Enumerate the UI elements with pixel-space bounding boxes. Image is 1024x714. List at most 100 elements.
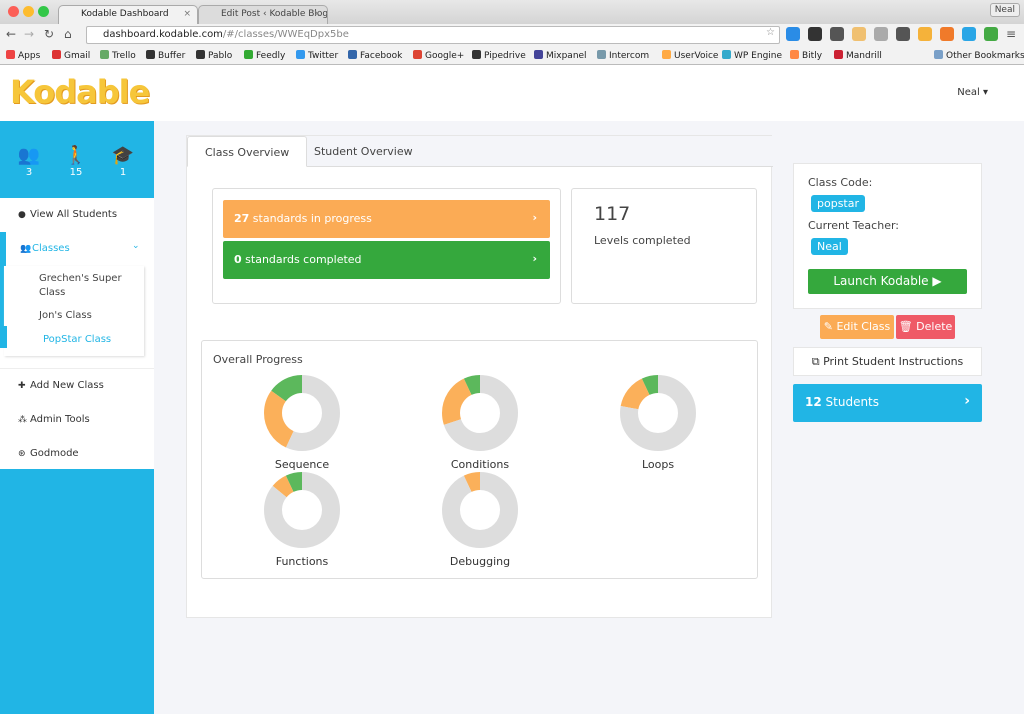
class-item-active[interactable]: PopStar Class (43, 334, 111, 345)
extension-icon[interactable] (808, 27, 822, 41)
tab-class-overview[interactable]: Class Overview (187, 136, 307, 167)
standards-card: 27 standards in progress› 0 standards co… (212, 188, 561, 304)
bookmark-item[interactable]: Feedly (244, 50, 285, 61)
sidebar-item-view-all-students[interactable]: ●View All Students (18, 209, 117, 220)
class-submenu: Grechen's Super Class Jon's Class PopSta… (4, 266, 144, 356)
other-bookmarks[interactable]: Other Bookmarks (934, 50, 1024, 61)
browser-titlebar: Kodable Dashboard× Edit Post ‹ Kodable B… (0, 0, 1024, 24)
extension-icon[interactable] (984, 27, 998, 41)
chevron-right-icon: › (532, 211, 537, 224)
bookmark-item[interactable]: Apps (6, 50, 40, 61)
launch-kodable-button[interactable]: Launch Kodable ▶ (808, 269, 967, 294)
chevron-right-icon: › (532, 252, 537, 265)
extension-icon[interactable] (962, 27, 976, 41)
delete-class-button[interactable]: 🗑 Delete (896, 315, 955, 339)
chevron-down-icon[interactable]: ⌄ (132, 241, 140, 251)
bookmark-item[interactable]: Buffer (146, 50, 185, 61)
overall-progress-card: Overall Progress SequenceConditionsLoops… (201, 340, 758, 579)
bookmark-star-icon[interactable]: ☆ (766, 27, 775, 38)
sidebar: 👥3 🚶15 🎓1 ●View All Students 👥Classes ⌄ … (0, 121, 154, 714)
extension-icon[interactable] (786, 27, 800, 41)
bookmark-item[interactable]: Mandrill (834, 50, 882, 61)
url-input[interactable]: dashboard.kodable.com/#/classes/WWEqDpx5… (86, 26, 780, 44)
levels-value: 117 (594, 203, 630, 225)
donut-conditions: Conditions (440, 373, 520, 471)
graduation-cap-icon: 🎓 (108, 145, 138, 167)
teachers-stat: 🎓1 (108, 145, 138, 178)
user-menu[interactable]: Neal ▾ (957, 87, 988, 98)
plus-icon: ✚ (18, 381, 30, 391)
extension-icon[interactable] (918, 27, 932, 41)
bookmark-icon (100, 50, 109, 59)
bookmark-item[interactable]: Pipedrive (472, 50, 526, 61)
donut-segment-not-started (451, 481, 509, 539)
bookmark-item[interactable]: Intercom (597, 50, 649, 61)
browser-tab-active[interactable]: Kodable Dashboard× (58, 5, 198, 24)
kodable-logo[interactable]: Kodable (10, 73, 149, 111)
user-icon: ● (18, 210, 30, 220)
tab-student-overview[interactable]: Student Overview (297, 136, 430, 167)
extension-icon[interactable] (830, 27, 844, 41)
print-student-instructions-button[interactable]: ⧉ Print Student Instructions (793, 347, 982, 376)
home-icon[interactable]: ⌂ (64, 27, 72, 41)
minimize-window-button[interactable] (23, 6, 34, 17)
life-ring-icon: ⊛ (18, 449, 30, 459)
users-icon: 👥 (14, 145, 44, 167)
child-icon: 🚶 (61, 145, 91, 167)
bookmark-item[interactable]: Bitly (790, 50, 822, 61)
sidebar-item-classes[interactable]: 👥Classes (20, 243, 70, 254)
close-tab-icon[interactable]: × (313, 9, 321, 19)
bookmark-icon (413, 50, 422, 59)
bookmark-item[interactable]: Trello (100, 50, 136, 61)
students-button[interactable]: 12 Students› (793, 384, 982, 422)
bookmark-item[interactable]: WP Engine (722, 50, 782, 61)
address-toolbar: ← → ↻ ⌂ dashboard.kodable.com/#/classes/… (0, 24, 1024, 46)
extension-icon[interactable] (874, 27, 888, 41)
bookmark-icon (790, 50, 799, 59)
edit-class-button[interactable]: ✎ Edit Class (820, 315, 894, 339)
donut-label: Debugging (440, 555, 520, 568)
classes-stat: 👥3 (14, 145, 44, 178)
class-info-card: Class Code: popstar Current Teacher: Nea… (793, 163, 982, 309)
bookmark-icon (52, 50, 61, 59)
menu-icon[interactable]: ≡ (1006, 27, 1016, 41)
back-icon[interactable]: ← (6, 27, 16, 41)
copy-icon: ⧉ (812, 355, 823, 368)
overall-progress-title: Overall Progress (213, 353, 303, 366)
folder-icon (934, 50, 943, 59)
bookmark-icon (296, 50, 305, 59)
extension-icon[interactable] (896, 27, 910, 41)
donut-sequence: Sequence (262, 373, 342, 471)
bookmark-item[interactable]: Mixpanel (534, 50, 587, 61)
bookmark-item[interactable]: Twitter (296, 50, 338, 61)
class-item[interactable]: Grechen's Super Class (39, 272, 134, 300)
reload-icon[interactable]: ↻ (44, 27, 54, 41)
class-item[interactable]: Jon's Class (39, 310, 92, 321)
forward-icon[interactable]: → (24, 27, 34, 41)
browser-tab[interactable]: Edit Post ‹ Kodable Blog× (198, 5, 328, 24)
sidebar-item-admin-tools[interactable]: ⁂Admin Tools (18, 414, 90, 425)
bookmark-item[interactable]: Google+ (413, 50, 464, 61)
bookmarks-bar: Apps Gmail Trello Buffer Pablo Feedly Twitter F… (0, 46, 1024, 65)
close-tab-icon[interactable]: × (183, 9, 191, 19)
bookmark-item[interactable]: Pablo (196, 50, 232, 61)
bookmark-item[interactable]: Facebook (348, 50, 402, 61)
bookmark-icon (662, 50, 671, 59)
bookmark-icon (597, 50, 606, 59)
extension-icon[interactable] (940, 27, 954, 41)
class-code-badge: popstar (811, 195, 865, 212)
bookmark-item[interactable]: UserVoice (662, 50, 718, 61)
maximize-window-button[interactable] (38, 6, 49, 17)
app-header: Kodable Neal ▾ (0, 65, 1024, 121)
bookmark-item[interactable]: Gmail (52, 50, 90, 61)
sidebar-item-add-new-class[interactable]: ✚Add New Class (18, 380, 104, 391)
levels-card: 117 Levels completed (571, 188, 757, 304)
profile-button[interactable]: Neal (990, 3, 1020, 17)
sidebar-item-godmode[interactable]: ⊛Godmode (18, 448, 79, 459)
class-overview-panel: Class Overview Student Overview 27 stand… (186, 135, 772, 618)
standards-in-progress-button[interactable]: 27 standards in progress› (223, 200, 550, 238)
bookmark-icon (6, 50, 15, 59)
close-window-button[interactable] (8, 6, 19, 17)
standards-completed-button[interactable]: 0 standards completed› (223, 241, 550, 279)
extension-icon[interactable] (852, 27, 866, 41)
